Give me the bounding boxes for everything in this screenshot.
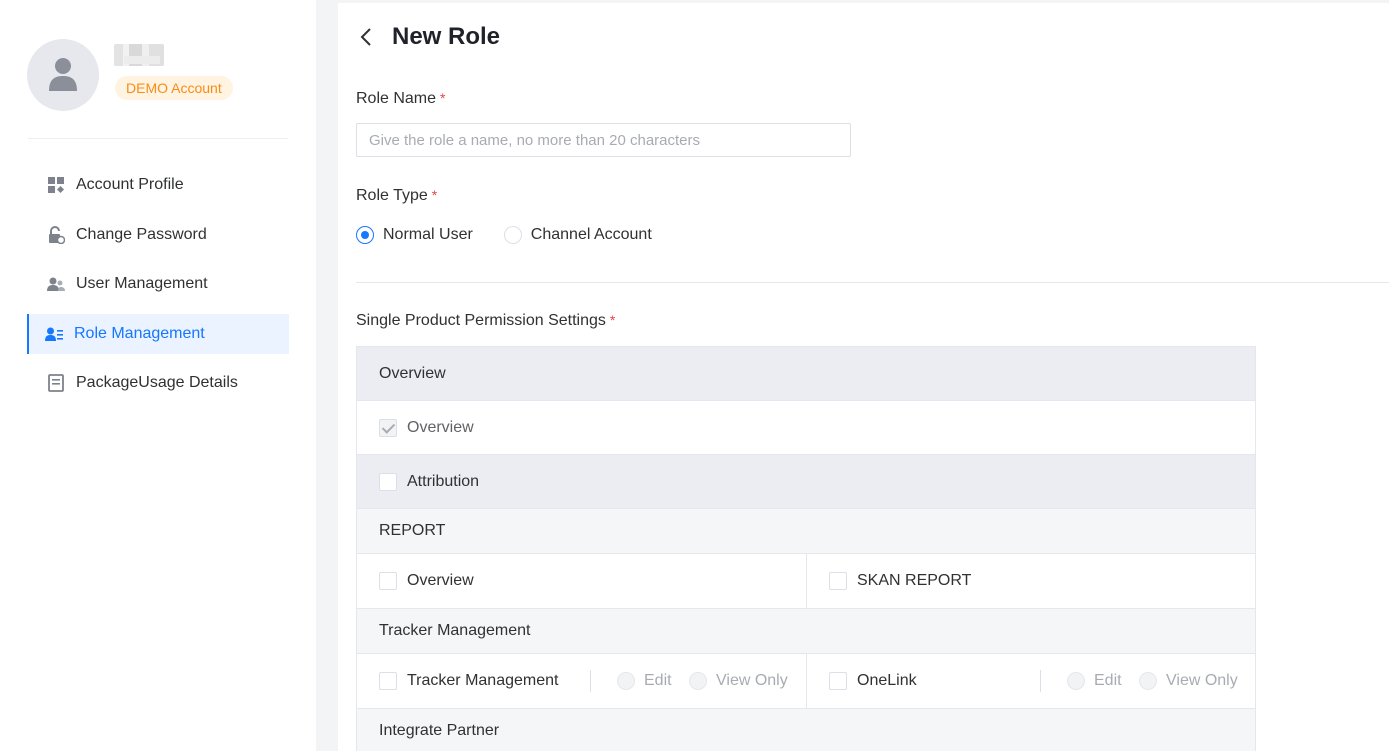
permission-row-report: Overview SKAN REPORT <box>357 554 1255 609</box>
permission-row-tracker: Tracker Management Edit View Only OneLin… <box>357 654 1255 709</box>
permission-section-tracker: Tracker Management <box>357 609 1255 654</box>
required-mark: * <box>431 187 438 203</box>
radio-circle[interactable] <box>689 672 707 690</box>
demo-account-badge: DEMO Account <box>115 76 233 100</box>
permission-section-integrate: Integrate Partner <box>357 709 1255 751</box>
radio-normal-user[interactable]: Normal User <box>356 226 473 244</box>
radio-circle[interactable] <box>1067 672 1085 690</box>
permission-row-overview: Overview <box>357 401 1255 455</box>
onelink-checkbox[interactable] <box>829 672 847 690</box>
permission-section-report: REPORT <box>357 509 1255 554</box>
sidebar-item-label: PackageUsage Details <box>76 374 238 392</box>
tracker-edit-radio[interactable]: Edit <box>617 672 672 690</box>
permission-cell: OneLink Edit View Only <box>806 654 1255 708</box>
sidebar-menu: Account Profile Change Password User Man… <box>27 165 289 413</box>
avatar[interactable] <box>27 39 99 111</box>
checkbox-label: OneLink <box>857 672 917 689</box>
skan-report-checkbox[interactable] <box>829 572 847 590</box>
sidebar-item-role-management[interactable]: Role Management <box>27 313 289 354</box>
permission-settings-label: Single Product Permission Settings * <box>356 312 615 330</box>
overview-checkbox <box>379 418 397 437</box>
radio-circle[interactable] <box>503 226 522 244</box>
section-label: Tracker Management <box>379 622 531 639</box>
sidebar-item-user-management[interactable]: User Management <box>27 264 289 304</box>
vertical-separator <box>590 670 591 692</box>
section-divider <box>356 282 1389 283</box>
required-mark: * <box>440 90 446 106</box>
tracker-view-only-radio[interactable]: View Only <box>689 672 788 690</box>
document-icon <box>47 374 65 393</box>
radio-label: Normal User <box>383 226 473 243</box>
vertical-separator <box>1040 670 1041 692</box>
radio-label: View Only <box>716 672 788 689</box>
permission-group-overview: Overview <box>357 347 1255 401</box>
permission-table: Overview Overview Attribution REPORT Ove… <box>356 346 1256 751</box>
attribution-checkbox[interactable] <box>379 472 397 491</box>
radio-label: Edit <box>1094 672 1122 689</box>
role-list-icon <box>45 325 63 343</box>
radio-label: Edit <box>644 672 672 689</box>
radio-circle[interactable] <box>1139 672 1157 690</box>
sidebar-item-account-profile[interactable]: Account Profile <box>27 165 289 205</box>
sidebar-item-label: Account Profile <box>76 176 184 193</box>
radio-channel-account[interactable]: Channel Account <box>503 226 652 244</box>
required-mark: * <box>609 312 616 328</box>
role-type-label-text: Role Type <box>356 187 428 204</box>
radio-circle[interactable] <box>617 672 635 690</box>
sidebar: DEMO Account Account Profile Change Pass… <box>0 0 316 751</box>
radio-circle[interactable] <box>356 226 374 244</box>
role-type-radio-group: Normal User Channel Account <box>356 226 683 244</box>
report-overview-checkbox[interactable] <box>379 572 397 590</box>
permission-cell: SKAN REPORT <box>806 554 1255 608</box>
main-panel: New Role Role Name* Role Type* Normal Us… <box>338 3 1389 751</box>
permission-label-text: Single Product Permission Settings <box>356 312 606 329</box>
sidebar-item-label: Role Management <box>74 324 205 342</box>
checkbox-label: SKAN REPORT <box>857 572 972 589</box>
permission-group-attribution: Attribution <box>357 455 1255 509</box>
page-title: New Role <box>392 23 501 50</box>
role-name-label: Role Name * <box>356 90 445 108</box>
sidebar-item-change-password[interactable]: Change Password <box>27 215 289 255</box>
checkbox-label: Tracker Management <box>407 672 559 689</box>
onelink-view-only-radio[interactable]: View Only <box>1139 672 1238 690</box>
users-icon <box>47 275 65 293</box>
section-label: REPORT <box>379 522 446 539</box>
group-label: Overview <box>379 364 446 382</box>
user-name-redacted <box>114 44 164 66</box>
permission-cell: Tracker Management Edit View Only <box>357 654 806 708</box>
role-name-label-text: Role Name <box>356 90 437 107</box>
sidebar-item-package-usage[interactable]: PackageUsage Details <box>27 363 289 403</box>
onelink-edit-radio[interactable]: Edit <box>1067 672 1122 690</box>
checkbox-label: Overview <box>407 572 474 589</box>
user-icon <box>49 58 77 91</box>
radio-label: View Only <box>1166 672 1238 689</box>
permission-cell: Overview <box>357 554 806 608</box>
grid-icon <box>47 176 65 194</box>
checkbox-label: Overview <box>407 418 474 436</box>
lock-icon <box>47 225 66 244</box>
chevron-left-icon[interactable] <box>356 26 378 48</box>
sidebar-divider <box>28 138 288 139</box>
sidebar-item-label: User Management <box>76 275 208 293</box>
radio-label: Channel Account <box>530 226 652 243</box>
role-name-input[interactable] <box>356 123 851 157</box>
tracker-management-checkbox[interactable] <box>379 672 397 690</box>
role-type-label: Role Type * <box>356 187 437 205</box>
sidebar-item-label: Change Password <box>76 225 207 243</box>
section-label: Integrate Partner <box>379 722 500 739</box>
group-label: Attribution <box>407 472 480 490</box>
